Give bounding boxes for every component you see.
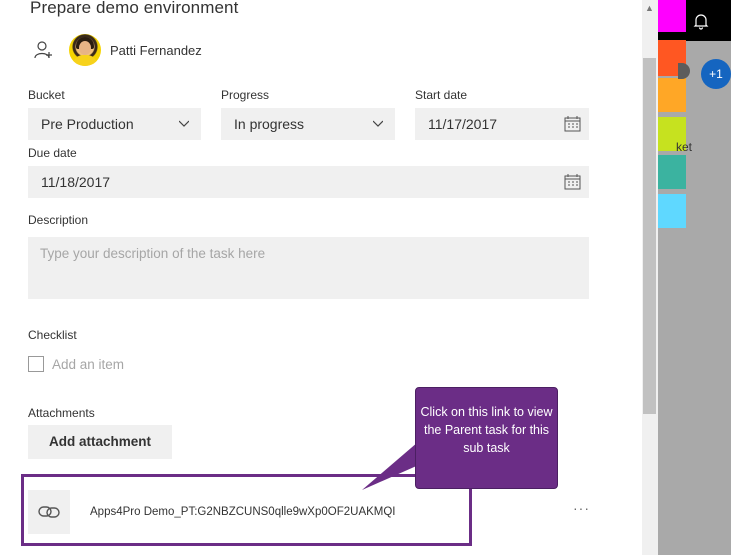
partial-label: ket [676, 140, 693, 154]
scrollbar-thumb[interactable] [643, 58, 656, 414]
task-title[interactable]: Prepare demo environment [30, 0, 238, 18]
bucket-label: Bucket [28, 88, 65, 102]
progress-label: Progress [221, 88, 270, 102]
progress-dropdown[interactable]: In progress [221, 108, 395, 140]
start-date-value: 11/17/2017 [428, 116, 498, 132]
bucket-dropdown[interactable]: Pre Production [28, 108, 201, 140]
chevron-down-icon [373, 120, 383, 127]
assign-person-icon[interactable] [34, 40, 54, 60]
bell-icon[interactable] [693, 12, 709, 30]
due-date-value: 11/18/2017 [41, 174, 111, 190]
checklist-checkbox[interactable] [28, 356, 44, 372]
assignee-name[interactable]: Patti Fernandez [110, 43, 202, 58]
calendar-icon[interactable] [564, 174, 581, 190]
due-date-field[interactable]: 11/18/2017 [28, 166, 589, 198]
description-label: Description [28, 213, 89, 227]
color-swatch-orange [658, 78, 686, 112]
start-date-label: Start date [415, 88, 468, 102]
due-date-label: Due date [28, 146, 77, 160]
color-swatch-cyan [658, 194, 686, 228]
color-swatch-magenta [658, 0, 686, 32]
start-date-field[interactable]: 11/17/2017 [415, 108, 589, 140]
attachments-label: Attachments [28, 406, 95, 420]
more-members-badge[interactable]: +1 [701, 59, 731, 89]
progress-value: In progress [234, 116, 305, 132]
avatar[interactable] [69, 34, 101, 66]
add-attachment-button[interactable]: Add attachment [28, 425, 172, 459]
more-options-icon[interactable]: ··· [573, 500, 590, 516]
bucket-value: Pre Production [41, 116, 134, 132]
description-input[interactable]: Type your description of the task here [28, 237, 589, 299]
scroll-up-arrow-icon[interactable]: ▲ [645, 3, 654, 13]
chevron-down-icon [179, 120, 189, 127]
annotation-callout: Click on this link to view the Parent ta… [415, 387, 558, 489]
checklist-label: Checklist [28, 328, 77, 342]
checklist-add-item-input[interactable]: Add an item [52, 357, 124, 372]
color-swatch-teal [658, 155, 686, 189]
calendar-icon[interactable] [564, 116, 581, 132]
